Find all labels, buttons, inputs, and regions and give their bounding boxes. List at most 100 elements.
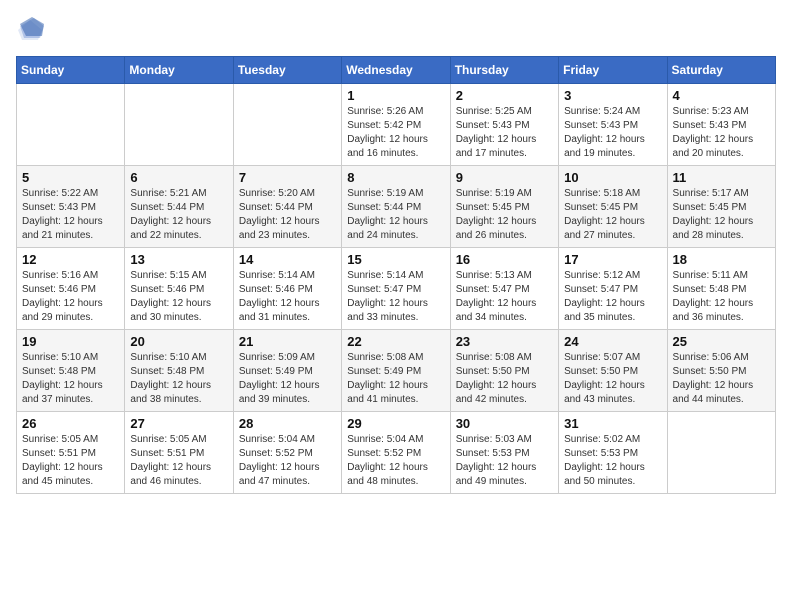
day-number: 28	[239, 416, 336, 431]
weekday-header-thursday: Thursday	[450, 57, 558, 84]
day-cell: 12Sunrise: 5:16 AM Sunset: 5:46 PM Dayli…	[17, 248, 125, 330]
day-info: Sunrise: 5:24 AM Sunset: 5:43 PM Dayligh…	[564, 105, 661, 161]
day-cell: 4 Sunrise: 5:23 AM Sunset: 5:43 PM Daylig…	[667, 84, 775, 166]
day-info: Sunrise: 5:23 AM Sunset: 5:43 PM Dayligh…	[673, 105, 770, 161]
day-info: Sunrise: 5:07 AM Sunset: 5:50 PM Dayligh…	[564, 351, 661, 407]
weekday-header-saturday: Saturday	[667, 57, 775, 84]
day-cell	[233, 84, 341, 166]
day-number: 29	[347, 416, 444, 431]
weekday-header-row: SundayMondayTuesdayWednesdayThursdayFrid…	[17, 57, 776, 84]
day-number: 31	[564, 416, 661, 431]
day-info: Sunrise: 5:05 AM Sunset: 5:51 PM Dayligh…	[130, 433, 227, 489]
day-info: Sunrise: 5:11 AM Sunset: 5:48 PM Dayligh…	[673, 269, 770, 325]
day-cell: 10 Sunrise: 5:18 AM Sunset: 5:45 PM Dayli…	[559, 166, 667, 248]
day-number: 24	[564, 334, 661, 349]
day-cell: 26 Sunrise: 5:05 AM Sunset: 5:51 PM Dayli…	[17, 412, 125, 494]
day-cell: 17Sunrise: 5:12 AM Sunset: 5:47 PM Dayli…	[559, 248, 667, 330]
day-number: 18	[673, 252, 770, 267]
day-cell: 1 Sunrise: 5:26 AM Sunset: 5:42 PM Daylig…	[342, 84, 450, 166]
day-cell: 22Sunrise: 5:08 AM Sunset: 5:49 PM Dayli…	[342, 330, 450, 412]
day-cell: 30 Sunrise: 5:03 AM Sunset: 5:53 PM Dayli…	[450, 412, 558, 494]
day-cell: 25 Sunrise: 5:06 AM Sunset: 5:50 PM Dayli…	[667, 330, 775, 412]
week-row-1: 1 Sunrise: 5:26 AM Sunset: 5:42 PM Daylig…	[17, 84, 776, 166]
day-info: Sunrise: 5:21 AM Sunset: 5:44 PM Dayligh…	[130, 187, 227, 243]
day-cell: 24 Sunrise: 5:07 AM Sunset: 5:50 PM Dayli…	[559, 330, 667, 412]
day-cell: 18 Sunrise: 5:11 AM Sunset: 5:48 PM Dayli…	[667, 248, 775, 330]
day-number: 26	[22, 416, 119, 431]
day-number: 22	[347, 334, 444, 349]
day-info: Sunrise: 5:04 AM Sunset: 5:52 PM Dayligh…	[347, 433, 444, 489]
day-info: Sunrise: 5:19 AM Sunset: 5:44 PM Dayligh…	[347, 187, 444, 243]
day-info: Sunrise: 5:20 AM Sunset: 5:44 PM Dayligh…	[239, 187, 336, 243]
day-cell	[125, 84, 233, 166]
day-info: Sunrise: 5:12 AM Sunset: 5:47 PM Dayligh…	[564, 269, 661, 325]
day-cell	[667, 412, 775, 494]
day-cell: 27Sunrise: 5:05 AM Sunset: 5:51 PM Dayli…	[125, 412, 233, 494]
weekday-header-monday: Monday	[125, 57, 233, 84]
week-row-3: 12Sunrise: 5:16 AM Sunset: 5:46 PM Dayli…	[17, 248, 776, 330]
day-number: 1	[347, 88, 444, 103]
day-info: Sunrise: 5:05 AM Sunset: 5:51 PM Dayligh…	[22, 433, 119, 489]
day-cell: 6 Sunrise: 5:21 AM Sunset: 5:44 PM Daylig…	[125, 166, 233, 248]
day-cell: 16 Sunrise: 5:13 AM Sunset: 5:47 PM Dayli…	[450, 248, 558, 330]
day-number: 5	[22, 170, 119, 185]
day-cell: 31 Sunrise: 5:02 AM Sunset: 5:53 PM Dayli…	[559, 412, 667, 494]
day-cell: 3 Sunrise: 5:24 AM Sunset: 5:43 PM Daylig…	[559, 84, 667, 166]
day-number: 14	[239, 252, 336, 267]
day-number: 2	[456, 88, 553, 103]
day-number: 9	[456, 170, 553, 185]
day-number: 4	[673, 88, 770, 103]
day-number: 16	[456, 252, 553, 267]
day-cell: 19 Sunrise: 5:10 AM Sunset: 5:48 PM Dayli…	[17, 330, 125, 412]
day-cell: 7 Sunrise: 5:20 AM Sunset: 5:44 PM Daylig…	[233, 166, 341, 248]
day-cell: 13Sunrise: 5:15 AM Sunset: 5:46 PM Dayli…	[125, 248, 233, 330]
day-cell: 29 Sunrise: 5:04 AM Sunset: 5:52 PM Dayli…	[342, 412, 450, 494]
day-info: Sunrise: 5:18 AM Sunset: 5:45 PM Dayligh…	[564, 187, 661, 243]
day-info: Sunrise: 5:10 AM Sunset: 5:48 PM Dayligh…	[130, 351, 227, 407]
day-number: 3	[564, 88, 661, 103]
day-cell: 20 Sunrise: 5:10 AM Sunset: 5:48 PM Dayli…	[125, 330, 233, 412]
day-number: 8	[347, 170, 444, 185]
week-row-2: 5 Sunrise: 5:22 AM Sunset: 5:43 PM Daylig…	[17, 166, 776, 248]
day-number: 7	[239, 170, 336, 185]
calendar-table: SundayMondayTuesdayWednesdayThursdayFrid…	[16, 56, 776, 494]
day-number: 25	[673, 334, 770, 349]
day-info: Sunrise: 5:14 AM Sunset: 5:47 PM Dayligh…	[347, 269, 444, 325]
day-cell: 15Sunrise: 5:14 AM Sunset: 5:47 PM Dayli…	[342, 248, 450, 330]
day-number: 12	[22, 252, 119, 267]
day-number: 13	[130, 252, 227, 267]
week-row-5: 26 Sunrise: 5:05 AM Sunset: 5:51 PM Dayli…	[17, 412, 776, 494]
day-info: Sunrise: 5:17 AM Sunset: 5:45 PM Dayligh…	[673, 187, 770, 243]
day-info: Sunrise: 5:10 AM Sunset: 5:48 PM Dayligh…	[22, 351, 119, 407]
page-header	[16, 16, 776, 44]
day-info: Sunrise: 5:09 AM Sunset: 5:49 PM Dayligh…	[239, 351, 336, 407]
day-info: Sunrise: 5:08 AM Sunset: 5:50 PM Dayligh…	[456, 351, 553, 407]
day-cell: 8 Sunrise: 5:19 AM Sunset: 5:44 PM Daylig…	[342, 166, 450, 248]
weekday-header-wednesday: Wednesday	[342, 57, 450, 84]
logo	[16, 16, 48, 44]
logo-icon	[16, 16, 44, 44]
weekday-header-sunday: Sunday	[17, 57, 125, 84]
week-row-4: 19 Sunrise: 5:10 AM Sunset: 5:48 PM Dayli…	[17, 330, 776, 412]
day-number: 19	[22, 334, 119, 349]
day-info: Sunrise: 5:14 AM Sunset: 5:46 PM Dayligh…	[239, 269, 336, 325]
day-info: Sunrise: 5:19 AM Sunset: 5:45 PM Dayligh…	[456, 187, 553, 243]
day-number: 6	[130, 170, 227, 185]
day-cell	[17, 84, 125, 166]
day-info: Sunrise: 5:02 AM Sunset: 5:53 PM Dayligh…	[564, 433, 661, 489]
day-cell: 23Sunrise: 5:08 AM Sunset: 5:50 PM Dayli…	[450, 330, 558, 412]
day-number: 10	[564, 170, 661, 185]
day-cell: 28 Sunrise: 5:04 AM Sunset: 5:52 PM Dayli…	[233, 412, 341, 494]
day-cell: 5 Sunrise: 5:22 AM Sunset: 5:43 PM Daylig…	[17, 166, 125, 248]
day-cell: 21Sunrise: 5:09 AM Sunset: 5:49 PM Dayli…	[233, 330, 341, 412]
day-info: Sunrise: 5:22 AM Sunset: 5:43 PM Dayligh…	[22, 187, 119, 243]
day-info: Sunrise: 5:13 AM Sunset: 5:47 PM Dayligh…	[456, 269, 553, 325]
day-info: Sunrise: 5:03 AM Sunset: 5:53 PM Dayligh…	[456, 433, 553, 489]
day-number: 30	[456, 416, 553, 431]
weekday-header-tuesday: Tuesday	[233, 57, 341, 84]
day-info: Sunrise: 5:26 AM Sunset: 5:42 PM Dayligh…	[347, 105, 444, 161]
day-number: 20	[130, 334, 227, 349]
day-cell: 11Sunrise: 5:17 AM Sunset: 5:45 PM Dayli…	[667, 166, 775, 248]
day-info: Sunrise: 5:06 AM Sunset: 5:50 PM Dayligh…	[673, 351, 770, 407]
day-info: Sunrise: 5:04 AM Sunset: 5:52 PM Dayligh…	[239, 433, 336, 489]
